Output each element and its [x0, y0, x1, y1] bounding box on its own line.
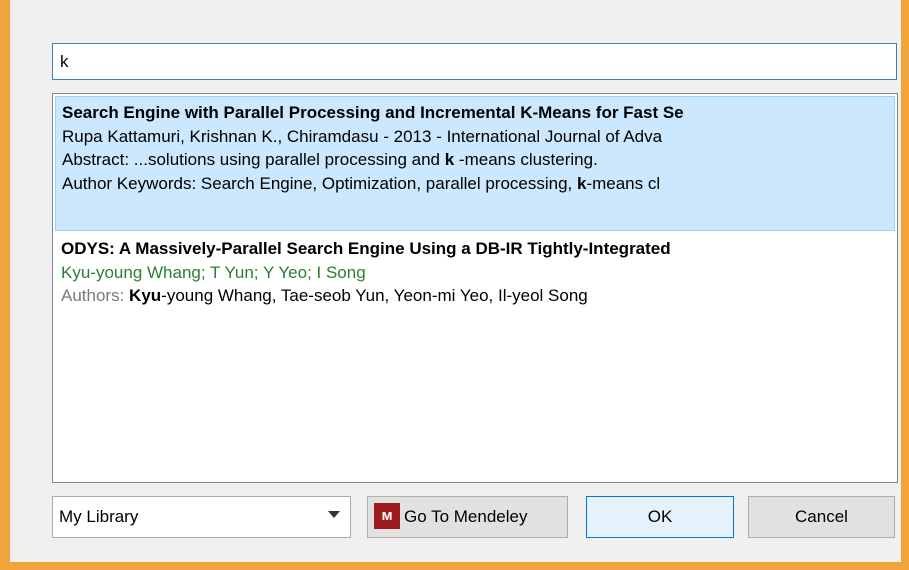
list-item[interactable]: ODYS: A Massively-Parallel Search Engine… — [55, 233, 895, 312]
result-title: Search Engine with Parallel Processing a… — [62, 103, 684, 122]
ok-button[interactable]: OK — [586, 496, 734, 538]
result-keywords: Author Keywords: Search Engine, Optimiza… — [62, 173, 661, 193]
library-select-value: My Library — [59, 507, 139, 526]
result-abstract: Abstract: ...solutions using parallel pr… — [62, 150, 598, 169]
library-select[interactable]: My Library — [52, 496, 351, 538]
cancel-button[interactable]: Cancel — [748, 496, 895, 538]
match-highlight: Kyu — [129, 286, 162, 305]
go-to-mendeley-button[interactable]: ᴍ Go To Mendeley — [367, 496, 568, 538]
result-authors-short: Kyu-young Whang; T Yun; Y Yeo; I Song — [61, 262, 366, 282]
dialog-window: Search Engine with Parallel Processing a… — [0, 0, 909, 570]
match-highlight: k — [444, 150, 455, 169]
results-list[interactable]: Search Engine with Parallel Processing a… — [52, 93, 898, 483]
list-item[interactable]: Search Engine with Parallel Processing a… — [55, 96, 895, 231]
mendeley-logo-icon: ᴍ — [374, 503, 400, 530]
result-title: ODYS: A Massively-Parallel Search Engine… — [61, 239, 671, 258]
result-authors: Authors: Kyu-young Whang, Tae-seob Yun, … — [61, 286, 588, 305]
dropdown-arrow-icon — [328, 511, 340, 518]
search-input[interactable] — [52, 43, 897, 80]
result-meta: Rupa Kattamuri, Krishnan K., Chiramdasu … — [62, 126, 663, 146]
